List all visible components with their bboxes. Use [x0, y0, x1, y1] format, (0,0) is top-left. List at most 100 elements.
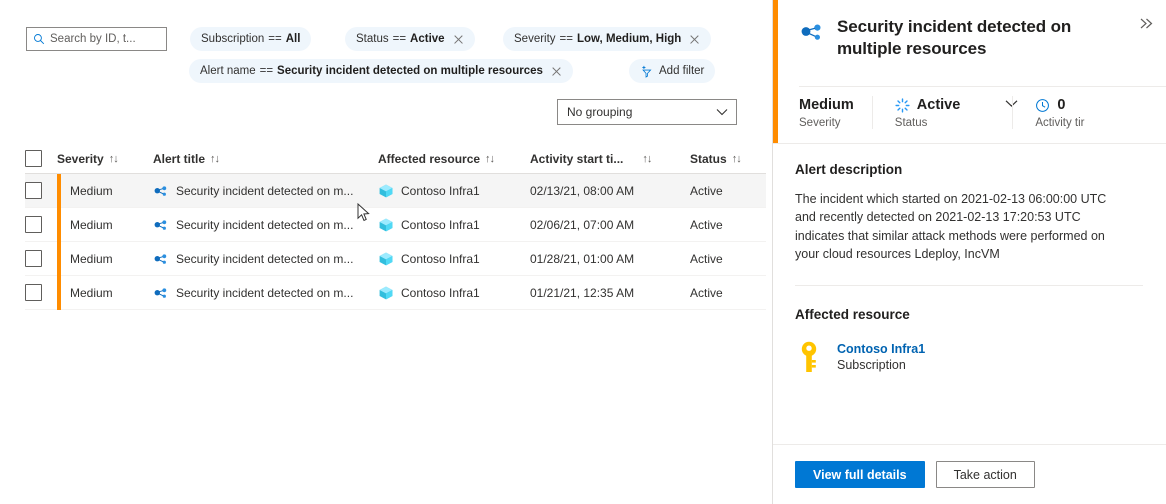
search-input-wrapper[interactable] — [26, 27, 167, 51]
affected-resource-name[interactable]: Contoso Infra1 — [837, 342, 925, 356]
table-row[interactable]: Medium Security incident detected on m...… — [25, 276, 766, 310]
sort-icon[interactable]: ↑↓ — [210, 153, 219, 165]
severity-bar — [57, 174, 61, 208]
cell-activity-start-time: 01/28/21, 01:00 AM — [530, 252, 690, 266]
take-action-button[interactable]: Take action — [936, 461, 1035, 488]
cell-alert-title[interactable]: Security incident detected on m... — [153, 285, 378, 301]
column-header-activity-start-time[interactable]: Activity start ti... ↑↓ — [530, 152, 690, 166]
column-header-alert-title[interactable]: Alert title ↑↓ — [153, 152, 378, 166]
table-header-row: Severity ↑↓ Alert title ↑↓ Affected reso… — [25, 144, 766, 174]
table-row[interactable]: MediumSecurity incident detected on m...… — [25, 242, 766, 276]
search-input[interactable] — [50, 33, 160, 45]
summary-severity-label: Severity — [799, 117, 854, 129]
grouping-select[interactable]: No grouping — [557, 99, 737, 125]
summary-activity-value: 0 — [1057, 96, 1065, 114]
alerts-page: Subscription == All Status == Active Sev… — [0, 0, 1166, 504]
add-filter-funnel-icon — [640, 65, 654, 78]
column-label: Affected resource — [378, 152, 480, 166]
panel-title-row: Security incident detected on multiple r… — [799, 16, 1099, 61]
panel-body: Alert description The incident which sta… — [773, 143, 1166, 444]
resource-name-text: Contoso Infra1 — [401, 286, 480, 300]
add-filter-button[interactable]: Add filter — [629, 59, 715, 83]
panel-title: Security incident detected on multiple r… — [837, 16, 1099, 61]
panel-summary-row: Medium Severity — [799, 86, 1166, 143]
table-row[interactable]: MediumSecurity incident detected on m...… — [25, 174, 766, 208]
double-chevron-right-icon[interactable] — [1135, 12, 1157, 34]
severity-bar-cell — [57, 276, 70, 310]
cell-affected-resource[interactable]: Contoso Infra1 — [378, 285, 530, 301]
row-checkbox[interactable] — [25, 182, 42, 199]
incident-graph-icon — [153, 285, 169, 301]
grouping-selected-value: No grouping — [567, 105, 632, 119]
close-icon[interactable] — [689, 34, 700, 45]
alerts-table: Severity ↑↓ Alert title ↑↓ Affected reso… — [25, 144, 766, 310]
filter-pill-alert-name[interactable]: Alert name == Security incident detected… — [189, 59, 573, 83]
cell-severity: Medium — [70, 218, 153, 232]
summary-activity-value-row: 0 — [1035, 96, 1084, 114]
filter-key: Subscription — [201, 33, 264, 45]
alert-title-text: Security incident detected on m... — [176, 184, 353, 198]
summary-severity: Medium Severity — [799, 96, 872, 129]
alert-title-text: Security incident detected on m... — [176, 286, 353, 300]
close-icon[interactable] — [453, 34, 464, 45]
sort-icon[interactable]: ↑↓ — [732, 153, 741, 165]
cell-affected-resource[interactable]: Contoso Infra1 — [378, 183, 530, 199]
cell-status: Active — [690, 218, 766, 232]
filter-op: == — [393, 33, 406, 45]
affected-resource-type: Subscription — [837, 358, 925, 372]
affected-resource-item[interactable]: Contoso Infra1 Subscription — [795, 340, 1145, 374]
cell-alert-title[interactable]: Security incident detected on m... — [153, 217, 378, 233]
filter-key: Status — [356, 33, 389, 45]
close-icon[interactable] — [551, 66, 562, 77]
table-row[interactable]: MediumSecurity incident detected on m...… — [25, 208, 766, 242]
resource-name-text: Contoso Infra1 — [401, 218, 480, 232]
summary-status: Active Status — [872, 96, 1013, 129]
panel-footer: View full details Take action — [773, 444, 1166, 504]
view-full-details-button[interactable]: View full details — [795, 461, 925, 488]
affected-resource-heading: Affected resource — [795, 307, 1145, 322]
filter-key: Alert name — [200, 65, 256, 77]
column-label: Activity start ti... — [530, 152, 623, 166]
cell-affected-resource[interactable]: Contoso Infra1 — [378, 251, 530, 267]
sort-icon[interactable]: ↑↓ — [109, 153, 118, 165]
cell-status: Active — [690, 184, 766, 198]
clock-icon — [1035, 98, 1050, 113]
search-icon — [33, 33, 45, 45]
cell-alert-title[interactable]: Security incident detected on m... — [153, 183, 378, 199]
filter-pill-severity[interactable]: Severity == Low, Medium, High — [503, 27, 711, 51]
sort-icon[interactable]: ↑↓ — [642, 153, 651, 165]
column-header-status[interactable]: Status ↑↓ — [690, 152, 766, 166]
panel-header: Security incident detected on multiple r… — [773, 0, 1166, 143]
row-checkbox[interactable] — [25, 284, 42, 301]
cell-status: Active — [690, 252, 766, 266]
cell-alert-title[interactable]: Security incident detected on m... — [153, 251, 378, 267]
column-header-affected-resource[interactable]: Affected resource ↑↓ — [378, 152, 530, 166]
row-checkbox[interactable] — [25, 216, 42, 233]
cell-affected-resource[interactable]: Contoso Infra1 — [378, 217, 530, 233]
filter-op: == — [268, 33, 281, 45]
filter-pill-subscription[interactable]: Subscription == All — [190, 27, 311, 51]
row-select-cell[interactable] — [25, 216, 57, 233]
filter-op: == — [260, 65, 273, 77]
severity-bar-cell — [57, 242, 70, 276]
row-select-cell[interactable] — [25, 250, 57, 267]
key-icon — [795, 340, 823, 374]
row-select-cell[interactable] — [25, 182, 57, 199]
section-divider — [795, 285, 1143, 286]
filter-pill-status[interactable]: Status == Active — [345, 27, 475, 51]
alerts-list-area: Subscription == All Status == Active Sev… — [0, 0, 770, 504]
resource-cube-icon — [378, 217, 394, 233]
severity-bar — [57, 208, 61, 242]
select-all-checkbox[interactable] — [25, 150, 42, 167]
cell-severity: Medium — [70, 286, 153, 300]
sort-icon[interactable]: ↑↓ — [485, 153, 494, 165]
select-all-cell[interactable] — [25, 150, 57, 167]
summary-status-value-row: Active — [895, 96, 961, 114]
alert-description-text: The incident which started on 2021-02-13… — [795, 190, 1125, 263]
column-header-severity[interactable]: Severity ↑↓ — [57, 152, 153, 166]
chevron-down-icon — [716, 108, 728, 116]
resource-cube-icon — [378, 183, 394, 199]
row-checkbox[interactable] — [25, 250, 42, 267]
row-select-cell[interactable] — [25, 284, 57, 301]
column-label: Severity — [57, 152, 104, 166]
